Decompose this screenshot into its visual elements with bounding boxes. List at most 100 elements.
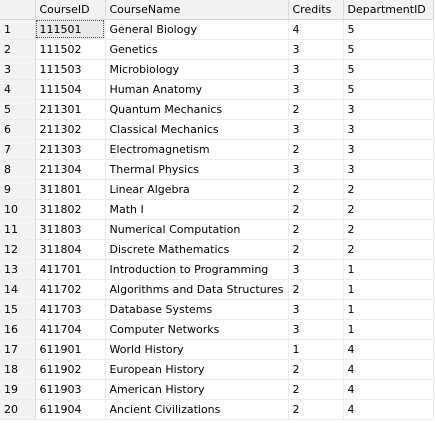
cell-credits[interactable]: 2 bbox=[288, 99, 344, 120]
row-number[interactable]: 17 bbox=[0, 339, 36, 360]
select-all-corner[interactable] bbox=[0, 0, 36, 20]
cell-coursename[interactable]: Introduction to Programming bbox=[105, 259, 289, 280]
table-row[interactable]: 18 611902 European History 2 4 bbox=[0, 359, 434, 380]
table-row[interactable]: 8 211304 Thermal Physics 3 3 bbox=[0, 159, 434, 180]
cell-coursename[interactable]: Thermal Physics bbox=[105, 159, 289, 180]
cell-departmentid[interactable]: 4 bbox=[343, 379, 434, 400]
results-grid[interactable]: CourseID CourseName Credits DepartmentID… bbox=[0, 0, 435, 423]
row-number[interactable]: 3 bbox=[0, 59, 36, 80]
cell-courseid[interactable]: 611902 bbox=[35, 359, 106, 380]
cell-coursename[interactable]: Quantum Mechanics bbox=[105, 99, 289, 120]
cell-credits[interactable]: 2 bbox=[288, 279, 344, 300]
cell-coursename[interactable]: Math I bbox=[105, 199, 289, 220]
row-number[interactable]: 5 bbox=[0, 99, 36, 120]
row-number[interactable]: 13 bbox=[0, 259, 36, 280]
cell-departmentid[interactable]: 1 bbox=[343, 319, 434, 340]
cell-credits[interactable]: 2 bbox=[288, 359, 344, 380]
table-row[interactable]: 13 411701 Introduction to Programming 3 1 bbox=[0, 259, 434, 280]
cell-departmentid[interactable]: 5 bbox=[343, 79, 434, 100]
cell-credits[interactable]: 2 bbox=[288, 399, 344, 420]
cell-courseid[interactable]: 211302 bbox=[35, 119, 106, 140]
cell-coursename[interactable]: European History bbox=[105, 359, 289, 380]
cell-credits[interactable]: 3 bbox=[288, 119, 344, 140]
table-row[interactable]: 10 311802 Math I22 bbox=[0, 199, 434, 220]
cell-credits[interactable]: 2 bbox=[288, 179, 344, 200]
table-row[interactable]: 17 611901 World History 1 4 bbox=[0, 339, 434, 360]
cell-courseid[interactable]: 311803 bbox=[35, 219, 106, 240]
cell-courseid[interactable]: 111503 bbox=[35, 59, 106, 80]
row-number[interactable]: 18 bbox=[0, 359, 36, 380]
table-row[interactable]: 5 211301 Quantum Mechanics 2 3 bbox=[0, 99, 434, 120]
cell-departmentid[interactable]: 2 bbox=[343, 199, 434, 220]
row-number[interactable]: 2 bbox=[0, 39, 36, 60]
table-row[interactable]: 20 611904 Ancient Civilizations 2 4 bbox=[0, 399, 434, 420]
table-row[interactable]: 16 411704 Computer Networks 3 1 bbox=[0, 319, 434, 340]
cell-credits[interactable]: 2 bbox=[288, 219, 344, 240]
cell-coursename[interactable]: Algorithms and Data Structures bbox=[105, 279, 289, 300]
cell-departmentid[interactable]: 4 bbox=[343, 359, 434, 380]
column-header-departmentid[interactable]: DepartmentID bbox=[343, 0, 434, 20]
row-number[interactable]: 16 bbox=[0, 319, 36, 340]
cell-credits[interactable]: 3 bbox=[288, 299, 344, 320]
cell-coursename[interactable]: General Biology bbox=[105, 19, 289, 40]
row-number[interactable]: 1 bbox=[0, 19, 36, 40]
cell-credits[interactable]: 2 bbox=[288, 379, 344, 400]
cell-courseid[interactable]: 311802 bbox=[35, 199, 106, 220]
cell-departmentid[interactable]: 1 bbox=[343, 259, 434, 280]
cell-coursename[interactable]: Ancient Civilizations bbox=[105, 399, 289, 420]
row-number[interactable]: 12 bbox=[0, 239, 36, 260]
cell-credits[interactable]: 1 bbox=[288, 339, 344, 360]
cell-credits[interactable]: 4 bbox=[288, 19, 344, 40]
cell-coursename[interactable]: Database Systems bbox=[105, 299, 289, 320]
row-number[interactable]: 10 bbox=[0, 199, 36, 220]
cell-courseid[interactable]: 211303 bbox=[35, 139, 106, 160]
row-number[interactable]: 14 bbox=[0, 279, 36, 300]
cell-departmentid[interactable]: 3 bbox=[343, 99, 434, 120]
cell-credits[interactable]: 3 bbox=[288, 259, 344, 280]
cell-courseid[interactable]: 311801 bbox=[35, 179, 106, 200]
cell-coursename[interactable]: Electromagnetism bbox=[105, 139, 289, 160]
cell-departmentid[interactable]: 5 bbox=[343, 39, 434, 60]
row-number[interactable]: 20 bbox=[0, 399, 36, 420]
row-number[interactable]: 9 bbox=[0, 179, 36, 200]
cell-courseid[interactable]: 411701 bbox=[35, 259, 106, 280]
column-header-credits[interactable]: Credits bbox=[288, 0, 344, 20]
cell-departmentid[interactable]: 1 bbox=[343, 279, 434, 300]
cell-courseid[interactable]: 611904 bbox=[35, 399, 106, 420]
cell-departmentid[interactable]: 3 bbox=[343, 119, 434, 140]
cell-coursename[interactable]: Human Anatomy bbox=[105, 79, 289, 100]
cell-departmentid[interactable]: 4 bbox=[343, 339, 434, 360]
cell-courseid[interactable]: 211304 bbox=[35, 159, 106, 180]
cell-credits[interactable]: 2 bbox=[288, 139, 344, 160]
cell-coursename[interactable]: Discrete Mathematics bbox=[105, 239, 289, 260]
table-row[interactable]: 12 311804 Discrete Mathematics 2 2 bbox=[0, 239, 434, 260]
cell-coursename[interactable]: Numerical Computation bbox=[105, 219, 289, 240]
table-row[interactable]: 2 111502 Genetics 3 5 bbox=[0, 39, 434, 60]
cell-credits[interactable]: 3 bbox=[288, 59, 344, 80]
cell-departmentid[interactable]: 2 bbox=[343, 239, 434, 260]
row-number[interactable]: 6 bbox=[0, 119, 36, 140]
table-row[interactable]: 4 111504 Human Anatomy 3 5 bbox=[0, 79, 434, 100]
cell-coursename[interactable]: World History bbox=[105, 339, 289, 360]
row-number[interactable]: 19 bbox=[0, 379, 36, 400]
cell-coursename[interactable]: Microbiology bbox=[105, 59, 289, 80]
cell-coursename[interactable]: Genetics bbox=[105, 39, 289, 60]
table-row[interactable]: 9 311801 Linear Algebra 2 2 bbox=[0, 179, 434, 200]
cell-courseid[interactable]: 411703 bbox=[35, 299, 106, 320]
row-number[interactable]: 11 bbox=[0, 219, 36, 240]
cell-courseid[interactable]: 611901 bbox=[35, 339, 106, 360]
cell-courseid[interactable]: 211301 bbox=[35, 99, 106, 120]
cell-coursename[interactable]: Classical Mechanics bbox=[105, 119, 289, 140]
cell-departmentid[interactable]: 3 bbox=[343, 159, 434, 180]
table-row[interactable]: 6 211302 Classical Mechanics 3 3 bbox=[0, 119, 434, 140]
row-number[interactable]: 4 bbox=[0, 79, 36, 100]
cell-credits[interactable]: 3 bbox=[288, 319, 344, 340]
cell-coursename[interactable]: American History bbox=[105, 379, 289, 400]
row-number[interactable]: 8 bbox=[0, 159, 36, 180]
table-row[interactable]: 3 111503 Microbiology 3 5 bbox=[0, 59, 434, 80]
row-number[interactable]: 15 bbox=[0, 299, 36, 320]
cell-coursename[interactable]: Linear Algebra bbox=[105, 179, 289, 200]
cell-departmentid[interactable]: 1 bbox=[343, 299, 434, 320]
cell-departmentid[interactable]: 5 bbox=[343, 59, 434, 80]
table-row[interactable]: 15 411703 Database Systems 3 1 bbox=[0, 299, 434, 320]
